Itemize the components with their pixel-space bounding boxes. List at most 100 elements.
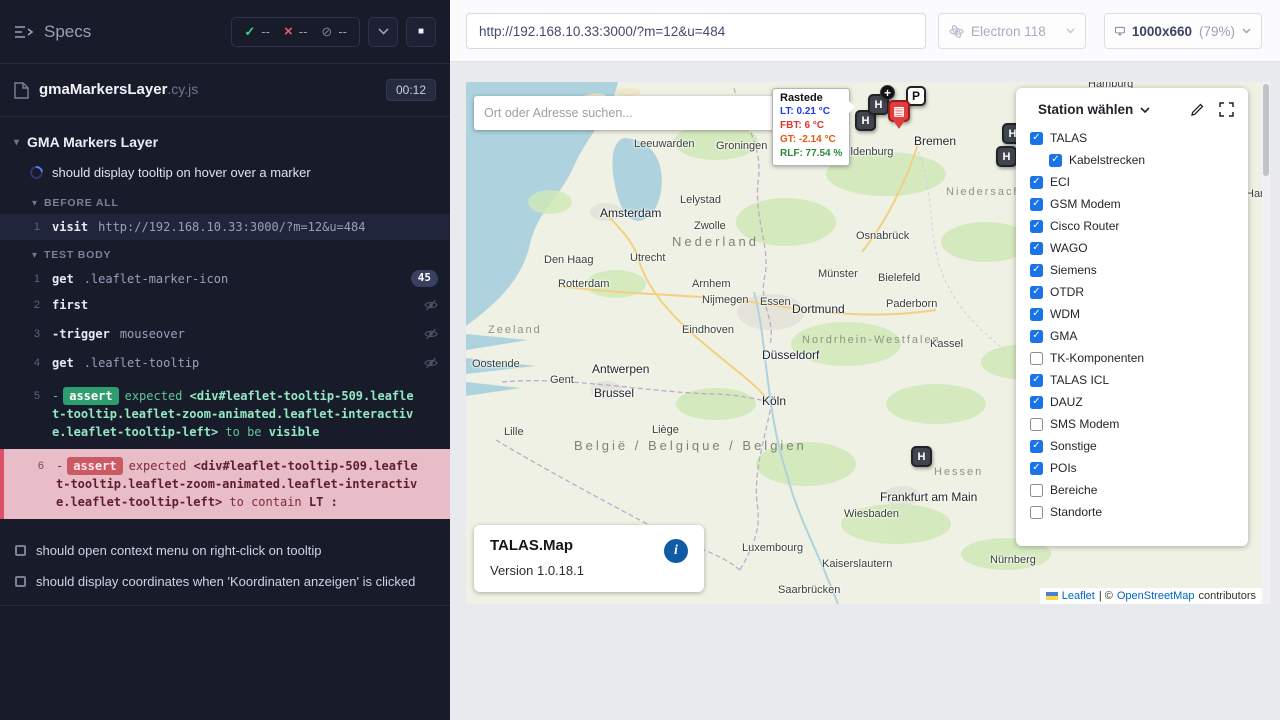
active-test-row[interactable]: should display tooltip on hover over a m… [0, 159, 450, 188]
command-row[interactable]: 4 get .leaflet-tooltip [0, 350, 450, 379]
alert-marker[interactable]: ▤ [888, 100, 910, 122]
fullscreen-expand-icon[interactable] [1219, 102, 1234, 117]
station-filter-item[interactable]: Standorte [1030, 501, 1234, 523]
command-number: 6 [4, 457, 56, 475]
specs-menu-icon[interactable] [14, 24, 34, 40]
pending-test-row[interactable]: should display coordinates when 'Koordin… [0, 566, 450, 597]
app-name: TALAS.Map [490, 537, 688, 554]
checked-checkbox[interactable]: ✓ [1030, 220, 1043, 233]
assert-badge: assert [67, 457, 122, 475]
station-filter-item[interactable]: ✓TALAS [1030, 127, 1234, 149]
chevron-down-icon [1140, 107, 1150, 113]
unchecked-checkbox[interactable] [1030, 484, 1043, 497]
section-label: BEFORE ALL [44, 197, 119, 209]
tooltip-measurement: RLF: 77.54 % [780, 147, 842, 161]
checked-checkbox[interactable]: ✓ [1030, 264, 1043, 277]
map-place-label: Nürnberg [990, 554, 1036, 566]
not-run-square-icon [15, 576, 26, 587]
attribution-suffix: contributors [1199, 590, 1256, 602]
station-filter-item[interactable]: ✓Cisco Router [1030, 215, 1234, 237]
test-body-section[interactable]: ▾ TEST BODY [0, 240, 450, 266]
map-place-label: Leeuwarden [634, 138, 695, 150]
station-filter-item[interactable]: ✓ Kabelstrecken [1049, 149, 1234, 171]
checked-checkbox[interactable]: ✓ [1030, 308, 1043, 321]
map-search-input[interactable] [484, 106, 766, 120]
ukraine-flag-icon [1046, 592, 1058, 600]
station-filter-item[interactable]: ✓WAGO [1030, 237, 1234, 259]
spec-file-row[interactable]: gmaMarkersLayer.cy.js 00:12 [0, 64, 450, 117]
marker-tooltip[interactable]: Rastede LT: 0.21 °CFBT: 6 °CGT: -2.14 °C… [772, 88, 850, 166]
unchecked-checkbox[interactable] [1030, 352, 1043, 365]
command-message: http://192.168.10.33:3000/?m=12&u=484 [98, 218, 365, 236]
stop-button[interactable]: ■ [406, 17, 436, 47]
monitor-icon [1115, 24, 1125, 38]
map-search-box[interactable] [474, 96, 776, 130]
checked-checkbox[interactable]: ✓ [1030, 396, 1043, 409]
station-filter-item[interactable]: ✓ OTDR [1030, 281, 1234, 303]
station-marker[interactable]: H [996, 146, 1017, 167]
checked-checkbox[interactable]: ✓ [1030, 374, 1043, 387]
page-scrollbar[interactable] [1262, 82, 1270, 604]
checked-checkbox[interactable]: ✓ [1030, 176, 1043, 189]
station-filter-item[interactable]: TK-Komponenten [1030, 347, 1234, 369]
collapse-chevron-button[interactable] [368, 17, 398, 47]
station-filter-item[interactable]: ✓GMA [1030, 325, 1234, 347]
command-row[interactable]: 3 -trigger mouseover [0, 321, 450, 350]
section-label: TEST BODY [44, 249, 111, 261]
cluster-plus-marker[interactable]: + [880, 85, 895, 100]
caret-down-icon: ▾ [32, 250, 37, 261]
osm-link[interactable]: OpenStreetMap [1117, 590, 1195, 602]
suite-row[interactable]: ▾ GMA Markers Layer [0, 125, 450, 159]
checked-checkbox[interactable]: ✓ [1030, 462, 1043, 475]
station-filter-item[interactable]: SMS Modem [1030, 413, 1234, 435]
spec-name: gmaMarkersLayer [39, 81, 167, 98]
scrollbar-thumb[interactable] [1263, 84, 1269, 176]
station-marker[interactable]: H [911, 446, 932, 467]
station-filter-item[interactable]: ✓TALAS ICL [1030, 369, 1234, 391]
station-filter-item[interactable]: ✓WDM [1030, 303, 1234, 325]
checked-checkbox[interactable]: ✓ [1030, 330, 1043, 343]
station-filter-item[interactable]: ✓GSM Modem [1030, 193, 1234, 215]
assert-row-passed[interactable]: 5 -assertexpected <div#leaflet-tooltip-5… [0, 379, 450, 449]
unchecked-checkbox[interactable] [1030, 418, 1043, 431]
command-row[interactable]: 1 get .leaflet-marker-icon 45 [0, 266, 450, 292]
edit-pencil-icon[interactable] [1190, 102, 1205, 117]
browser-selector[interactable]: Electron 118 [938, 13, 1086, 49]
map-place-label: Rotterdam [558, 278, 609, 290]
leaflet-link[interactable]: Leaflet [1062, 590, 1095, 602]
station-filter-item[interactable]: ✓Siemens [1030, 259, 1234, 281]
checked-checkbox[interactable]: ✓ [1030, 132, 1043, 145]
viewport-selector[interactable]: 1000x660 (79%) [1104, 13, 1262, 49]
checked-checkbox[interactable]: ✓ [1049, 154, 1062, 167]
checked-checkbox[interactable]: ✓ [1030, 242, 1043, 255]
unchecked-checkbox[interactable] [1030, 506, 1043, 519]
checked-checkbox[interactable]: ✓ [1030, 440, 1043, 453]
map-place-label: Wiesbaden [844, 508, 899, 520]
command-row[interactable]: 1 visit http://192.168.10.33:3000/?m=12&… [0, 214, 450, 240]
leaflet-map[interactable]: HamburgBremenOldenburgGroningenLeeuwarde… [466, 82, 1262, 604]
station-filter-item[interactable]: ✓POIs [1030, 457, 1234, 479]
station-select-dropdown[interactable]: Station wählen [1038, 102, 1150, 117]
station-filter-item[interactable]: ✓Sonstige [1030, 435, 1234, 457]
command-row[interactable]: 2 first [0, 292, 450, 321]
station-filter-label: Kabelstrecken [1069, 153, 1145, 167]
url-input[interactable] [479, 24, 913, 39]
checked-checkbox[interactable]: ✓ [1030, 198, 1043, 211]
checked-checkbox[interactable]: ✓ [1030, 286, 1043, 299]
station-filter-item[interactable]: ✓ECI [1030, 171, 1234, 193]
station-filter-label: OTDR [1050, 285, 1084, 299]
map-attribution: Leaflet | © OpenStreetMap contributors [1040, 588, 1262, 604]
info-button[interactable]: i [664, 539, 688, 563]
command-message: .leaflet-marker-icon [84, 270, 229, 288]
pending-test-row[interactable]: should open context menu on right-click … [0, 535, 450, 566]
map-place-label: Oostende [472, 358, 520, 370]
assert-row-failed[interactable]: 6 -assertexpected <div#leaflet-tooltip-5… [0, 449, 450, 519]
map-place-label: Utrecht [630, 252, 665, 264]
before-all-section[interactable]: ▾ BEFORE ALL [0, 188, 450, 214]
station-filter-panel: Station wählen ✓TALAS✓Kabelstrecken✓ECI✓… [1016, 88, 1248, 546]
map-place-label: Kassel [930, 338, 963, 350]
url-bar[interactable] [466, 13, 926, 49]
map-place-label: Groningen [716, 140, 767, 152]
station-filter-item[interactable]: ✓DAUZ [1030, 391, 1234, 413]
station-filter-item[interactable]: Bereiche [1030, 479, 1234, 501]
